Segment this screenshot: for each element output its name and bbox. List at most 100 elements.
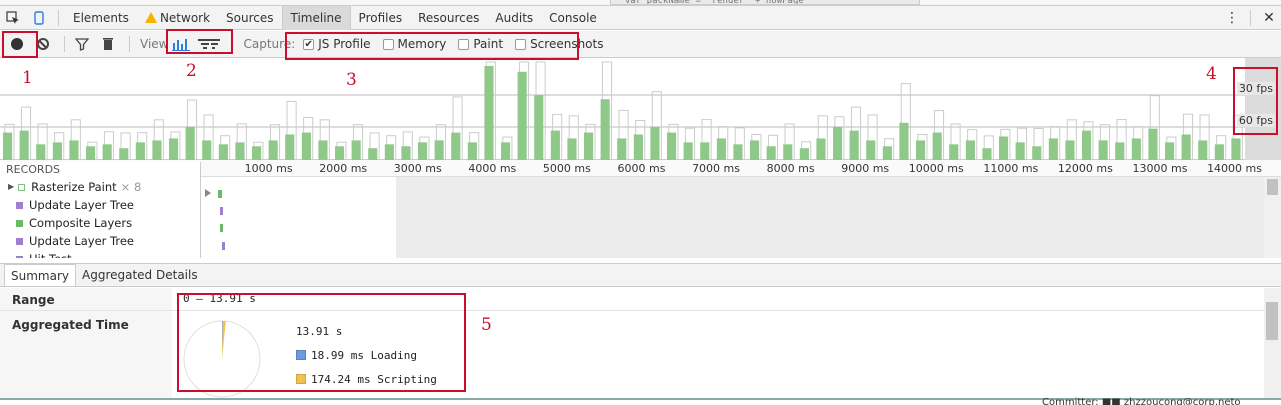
record-hit-test[interactable]: Hit Test xyxy=(0,250,200,258)
frame-bar[interactable] xyxy=(882,146,892,160)
frame-bar[interactable] xyxy=(434,140,444,160)
frame-bar[interactable] xyxy=(368,148,378,160)
frame-bar[interactable] xyxy=(86,146,96,160)
records-timeline-tracks[interactable] xyxy=(201,177,1264,258)
filter-button[interactable] xyxy=(71,33,93,55)
frame-bar[interactable] xyxy=(19,130,29,160)
frame-bar[interactable] xyxy=(418,142,428,160)
frame-bar[interactable] xyxy=(849,130,859,160)
frame-bar[interactable] xyxy=(135,142,145,160)
tab-console[interactable]: Console xyxy=(541,6,605,30)
frame-bar[interactable] xyxy=(567,138,577,160)
record-bar[interactable] xyxy=(220,224,223,232)
frame-bar[interactable] xyxy=(451,132,461,160)
frame-bar[interactable] xyxy=(816,138,826,160)
frame-bar[interactable] xyxy=(1165,142,1175,160)
tab-elements[interactable]: Elements xyxy=(65,6,137,30)
frame-bar[interactable] xyxy=(318,140,328,160)
record-rasterize-paint[interactable]: ▶ Rasterize Paint × 8 xyxy=(0,178,200,196)
expand-triangle-icon[interactable]: ▶ xyxy=(8,178,14,196)
frame-bar[interactable] xyxy=(384,144,394,160)
frame-bar[interactable] xyxy=(833,126,843,160)
frame-bar[interactable] xyxy=(3,132,13,160)
frame-bar[interactable] xyxy=(1131,138,1141,160)
frame-bar[interactable] xyxy=(69,140,79,160)
scrollbar-thumb[interactable] xyxy=(1267,179,1278,195)
tab-profiles[interactable]: Profiles xyxy=(351,6,411,30)
frame-bar[interactable] xyxy=(1065,140,1075,160)
frame-bar[interactable] xyxy=(534,95,544,160)
frame-bar[interactable] xyxy=(932,132,942,160)
frame-bar[interactable] xyxy=(152,140,162,160)
frame-bar[interactable] xyxy=(633,134,643,160)
frame-bar[interactable] xyxy=(866,140,876,160)
frame-bar[interactable] xyxy=(268,140,278,160)
tab-aggregated-details[interactable]: Aggregated Details xyxy=(76,264,204,286)
frame-bar[interactable] xyxy=(484,65,494,160)
scrollbar-thumb[interactable] xyxy=(1266,302,1278,340)
record-update-layer-tree[interactable]: Update Layer Tree xyxy=(0,196,200,214)
frame-bar[interactable] xyxy=(584,132,594,160)
tab-timeline[interactable]: Timeline xyxy=(281,5,351,30)
frame-bar[interactable] xyxy=(285,134,295,160)
tab-audits[interactable]: Audits xyxy=(487,6,541,30)
summary-scrollbar[interactable] xyxy=(1264,288,1281,398)
more-options-icon[interactable]: ⋮ xyxy=(1220,10,1244,26)
frame-bar[interactable] xyxy=(1032,146,1042,160)
frame-bar[interactable] xyxy=(916,140,926,160)
frame-bar[interactable] xyxy=(1015,142,1025,160)
frame-bar[interactable] xyxy=(982,148,992,160)
record-update-layer-tree[interactable]: Update Layer Tree xyxy=(0,232,200,250)
frame-bar[interactable] xyxy=(949,144,959,160)
frame-bar[interactable] xyxy=(252,146,262,160)
frame-bar[interactable] xyxy=(1214,144,1224,160)
frame-bar[interactable] xyxy=(1181,134,1191,160)
frame-bar[interactable] xyxy=(102,144,112,160)
frame-bar[interactable] xyxy=(783,144,793,160)
frame-bar[interactable] xyxy=(401,146,411,160)
frame-bar[interactable] xyxy=(716,138,726,160)
frame-bar[interactable] xyxy=(335,146,345,160)
tab-network[interactable]: Network xyxy=(137,6,218,30)
frame-bar[interactable] xyxy=(36,144,46,160)
frame-bar[interactable] xyxy=(185,126,195,160)
frame-bar[interactable] xyxy=(235,142,245,160)
close-icon[interactable]: ✕ xyxy=(1257,10,1281,26)
record-bar[interactable] xyxy=(218,190,222,198)
frame-bar[interactable] xyxy=(700,142,710,160)
tab-summary[interactable]: Summary xyxy=(4,264,76,286)
frame-bar[interactable] xyxy=(766,146,776,160)
frame-bar[interactable] xyxy=(517,71,527,160)
frame-bar[interactable] xyxy=(218,144,228,160)
frame-bar[interactable] xyxy=(301,132,311,160)
record-bar[interactable] xyxy=(220,207,223,215)
frame-bar[interactable] xyxy=(1082,130,1092,160)
record-composite-layers[interactable]: Composite Layers xyxy=(0,214,200,232)
frame-bar[interactable] xyxy=(550,130,560,160)
frame-bar[interactable] xyxy=(683,142,693,160)
frame-bar[interactable] xyxy=(119,148,129,160)
frame-bar[interactable] xyxy=(1098,140,1108,160)
frame-bar[interactable] xyxy=(351,140,361,160)
tab-resources[interactable]: Resources xyxy=(410,6,487,30)
inspect-element-icon[interactable] xyxy=(0,6,26,30)
garbage-collect-button[interactable] xyxy=(97,33,119,55)
frame-bar[interactable] xyxy=(1231,138,1241,160)
frame-bar[interactable] xyxy=(999,136,1009,160)
frame-bar[interactable] xyxy=(1198,140,1208,160)
frame-bar[interactable] xyxy=(650,126,660,160)
frame-bar[interactable] xyxy=(1048,138,1058,160)
frame-bar[interactable] xyxy=(617,138,627,160)
frame-bar[interactable] xyxy=(965,140,975,160)
frame-bar[interactable] xyxy=(202,140,212,160)
frame-bar[interactable] xyxy=(1115,142,1125,160)
tab-sources[interactable]: Sources xyxy=(218,6,281,30)
frame-bar[interactable] xyxy=(733,144,743,160)
frame-bar[interactable] xyxy=(169,138,179,160)
record-bar[interactable] xyxy=(222,242,225,250)
frame-bar[interactable] xyxy=(799,148,809,160)
frame-bar[interactable] xyxy=(899,122,909,160)
frame-bar[interactable] xyxy=(750,140,760,160)
frame-bar[interactable] xyxy=(667,132,677,160)
frame-bar[interactable] xyxy=(501,142,511,160)
